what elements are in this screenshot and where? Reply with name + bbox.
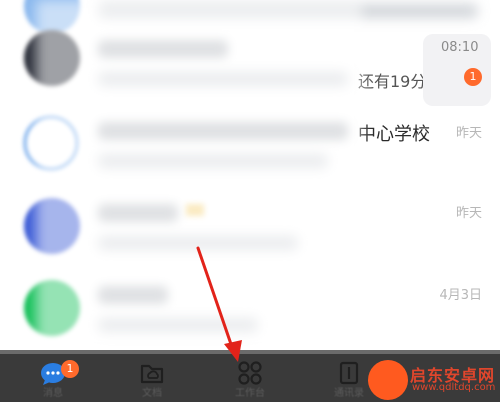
- time-label: 昨天: [455, 206, 482, 221]
- contact-name-fragment: 中心学校: [358, 124, 430, 145]
- tab-messages[interactable]: 1 消息: [17, 356, 89, 402]
- unread-badge: 1: [61, 360, 79, 378]
- watermark-logo: 启东安卓网 www.qdltdq.com: [368, 360, 498, 400]
- watermark-icon: [368, 360, 408, 400]
- grid-apps-icon: [238, 361, 262, 385]
- pinned-time-panel: 08:10 1: [423, 34, 491, 106]
- tab-workbench[interactable]: 工作台: [214, 356, 286, 402]
- contacts-book-icon: [339, 361, 359, 385]
- tab-label: 文档: [142, 388, 162, 399]
- divider: [0, 350, 500, 354]
- tab-docs[interactable]: 文档: [116, 356, 188, 402]
- unread-badge: 1: [464, 68, 482, 86]
- watermark-url: www.qdltdq.com: [412, 382, 496, 393]
- tab-label: 消息: [43, 388, 63, 399]
- conversation-list: 还有19分钟 08:10 1 中心学校 昨天 昨天 4月3日: [0, 0, 500, 350]
- cloud-folder-icon: [140, 364, 164, 384]
- time-label: 4月3日: [439, 288, 482, 303]
- time-label: 昨天: [455, 126, 482, 141]
- time-label: 08:10: [441, 40, 479, 55]
- blur-overlay: [36, 0, 362, 350]
- tab-label: 工作台: [235, 388, 265, 399]
